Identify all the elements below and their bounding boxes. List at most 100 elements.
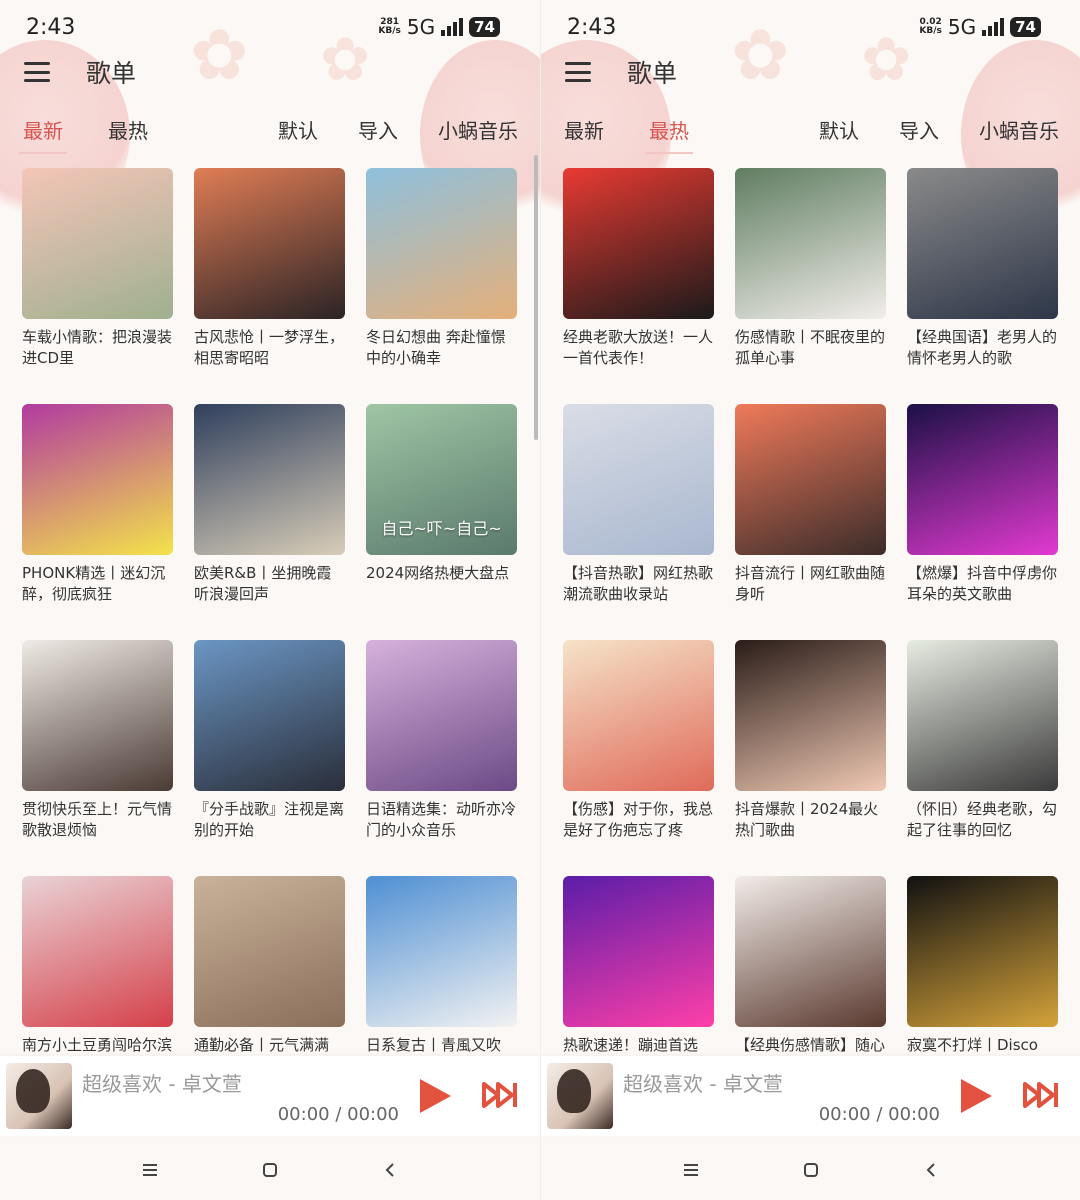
playlist-cover[interactable] [194,876,345,1027]
now-playing-cover[interactable] [6,1063,72,1129]
page-title: 歌单 [86,59,137,88]
playlist-title: 经典老歌大放送！一人一首代表作！ [563,328,714,367]
playlist-cover[interactable]: 自己~吓~自己~ [366,404,517,555]
playlist-title: （怀旧）经典老歌，勾起了往事的回忆 [907,800,1058,839]
mini-player[interactable]: 超级喜欢 - 卓文萱 00:00 / 00:00 [541,1056,1080,1136]
playlist-cover[interactable] [907,640,1058,791]
battery-icon: 74 [469,17,500,37]
status-bar: 2:43 281 KB/s 5G 74 [0,0,540,54]
playlist-cover[interactable] [735,640,886,791]
playlist-card[interactable]: PHONK精选丨迷幻沉醉，彻底疯狂 [22,404,173,640]
now-playing-title: 超级喜欢 - 卓文萱 [82,1072,242,1096]
playlist-cover[interactable] [735,876,886,1027]
playlist-cover[interactable] [194,640,345,791]
playlist-title: 车载小情歌：把浪漫装进CD里 [22,328,173,367]
playlist-cover[interactable] [735,168,886,319]
playback-time: 00:00 / 00:00 [818,1104,940,1125]
playlist-cover[interactable] [563,168,714,319]
playlist-card[interactable]: 古风悲怆丨一梦浮生，相思寄昭昭 [194,168,345,404]
recents-icon[interactable] [138,1158,162,1182]
playlist-cover[interactable] [366,640,517,791]
phone-screen-hottest: ✿ ✿ 2:43 0.02 KB/s 5G 74 歌单 最新 最热 默认 导入 小… [540,0,1080,1200]
scrollbar[interactable] [534,155,538,440]
playlist-cover[interactable] [907,404,1058,555]
skip-next-icon[interactable] [482,1080,520,1110]
signal-icon [441,18,464,36]
playlist-cover[interactable] [563,404,714,555]
playlist-cover[interactable] [22,876,173,1027]
sort-default-button[interactable]: 默认 [819,115,859,144]
playlist-title: 2024网络热梗大盘点 [366,564,510,582]
playlist-cover[interactable] [563,876,714,1027]
app-bar: 歌单 [541,50,1080,94]
playlist-cover[interactable] [22,640,173,791]
playback-time: 00:00 / 00:00 [277,1104,399,1125]
playlist-card[interactable]: 冬日幻想曲 奔赴憧憬中的小确幸 [366,168,517,404]
playlist-card[interactable]: 贯彻快乐至上！元气情歌散退烦恼 [22,640,173,876]
phone-screen-latest: ✿ ✿ 2:43 281 KB/s 5G 74 歌单 最新 最热 默认 导入 小蜗… [0,0,540,1200]
now-playing-cover[interactable] [547,1063,613,1129]
playlist-card[interactable]: 【伤感】对于你，我总是好了伤疤忘了疼 [563,640,714,876]
playlist-grid: 车载小情歌：把浪漫装进CD里 古风悲怆丨一梦浮生，相思寄昭昭 冬日幻想曲 奔赴憧憬中… [22,168,522,1112]
playlist-title: 抖音流行丨网红歌曲随身听 [735,564,886,603]
playlist-cover[interactable] [22,404,173,555]
playlist-cover[interactable] [194,168,345,319]
recents-icon[interactable] [679,1158,703,1182]
battery-icon: 74 [1010,17,1041,37]
playlist-cover[interactable] [907,168,1058,319]
playlist-cover[interactable] [194,404,345,555]
playlist-card[interactable]: 欧美R&B丨坐拥晚霞听浪漫回声 [194,404,345,640]
sort-default-button[interactable]: 默认 [278,115,318,144]
import-button[interactable]: 导入 [358,115,398,144]
tab-latest[interactable]: 最新 [564,115,604,144]
home-icon[interactable] [799,1158,823,1182]
playlist-card[interactable]: 经典老歌大放送！一人一首代表作！ [563,168,714,404]
playlist-card[interactable]: 伤感情歌丨不眠夜里的孤单心事 [735,168,886,404]
network-speed: 281 KB/s [378,17,401,36]
playlist-title: 【经典国语】老男人的情怀老男人的歌 [907,328,1058,367]
tab-latest[interactable]: 最新 [19,115,67,154]
playlist-cover[interactable] [366,168,517,319]
back-icon[interactable] [919,1158,943,1182]
playlist-cover[interactable] [907,876,1058,1027]
play-icon[interactable] [957,1076,995,1116]
source-selector[interactable]: 小蜗音乐 [438,115,518,144]
playlist-title: 欧美R&B丨坐拥晚霞听浪漫回声 [194,564,332,603]
cover-overlay-text: 自己~吓~自己~ [381,519,502,538]
playlist-cover[interactable] [563,640,714,791]
playlist-card[interactable]: 【抖音热歌】网红热歌潮流歌曲收录站 [563,404,714,640]
tab-bar: 最新 最热 默认 导入 小蜗音乐 [541,108,1080,154]
menu-icon[interactable] [565,62,591,82]
dual-screenshot: ✿ ✿ 2:43 281 KB/s 5G 74 歌单 最新 最热 默认 导入 小蜗… [0,0,1080,1200]
playlist-card[interactable]: 【燃爆】抖音中俘虏你耳朵的英文歌曲 [907,404,1058,640]
playlist-card[interactable]: 日语精选集：动听亦冷门的小众音乐 [366,640,517,876]
playlist-title: 古风悲怆丨一梦浮生，相思寄昭昭 [194,328,345,367]
back-icon[interactable] [378,1158,402,1182]
tab-bar: 最新 最热 默认 导入 小蜗音乐 [0,108,540,154]
skip-next-icon[interactable] [1023,1080,1061,1110]
playlist-title: 伤感情歌丨不眠夜里的孤单心事 [735,328,886,367]
tab-hottest[interactable]: 最热 [108,115,148,144]
import-button[interactable]: 导入 [899,115,939,144]
playlist-card[interactable]: 抖音爆款丨2024最火热门歌曲 [735,640,886,876]
playlist-card[interactable]: 抖音流行丨网红歌曲随身听 [735,404,886,640]
playlist-cover[interactable] [22,168,173,319]
app-bar: 歌单 [0,50,540,94]
playlist-card[interactable]: （怀旧）经典老歌，勾起了往事的回忆 [907,640,1058,876]
system-nav-bar [541,1140,1080,1200]
playlist-card[interactable]: 『分手战歌』注视是离别的开始 [194,640,345,876]
playlist-title: 【燃爆】抖音中俘虏你耳朵的英文歌曲 [907,564,1058,603]
menu-icon[interactable] [24,62,50,82]
playlist-card[interactable]: 车载小情歌：把浪漫装进CD里 [22,168,173,404]
home-icon[interactable] [258,1158,282,1182]
mini-player[interactable]: 超级喜欢 - 卓文萱 00:00 / 00:00 [0,1056,540,1136]
playlist-cover[interactable] [366,876,517,1027]
tab-hottest[interactable]: 最热 [645,115,693,154]
source-selector[interactable]: 小蜗音乐 [979,115,1059,144]
playlist-card[interactable]: 【经典国语】老男人的情怀老男人的歌 [907,168,1058,404]
playlist-cover[interactable] [735,404,886,555]
status-time: 2:43 [567,14,617,40]
playlist-card[interactable]: 自己~吓~自己~ 2024网络热梗大盘点 [366,404,517,640]
play-icon[interactable] [416,1076,454,1116]
playlist-title: 【伤感】对于你，我总是好了伤疤忘了疼 [563,800,714,839]
